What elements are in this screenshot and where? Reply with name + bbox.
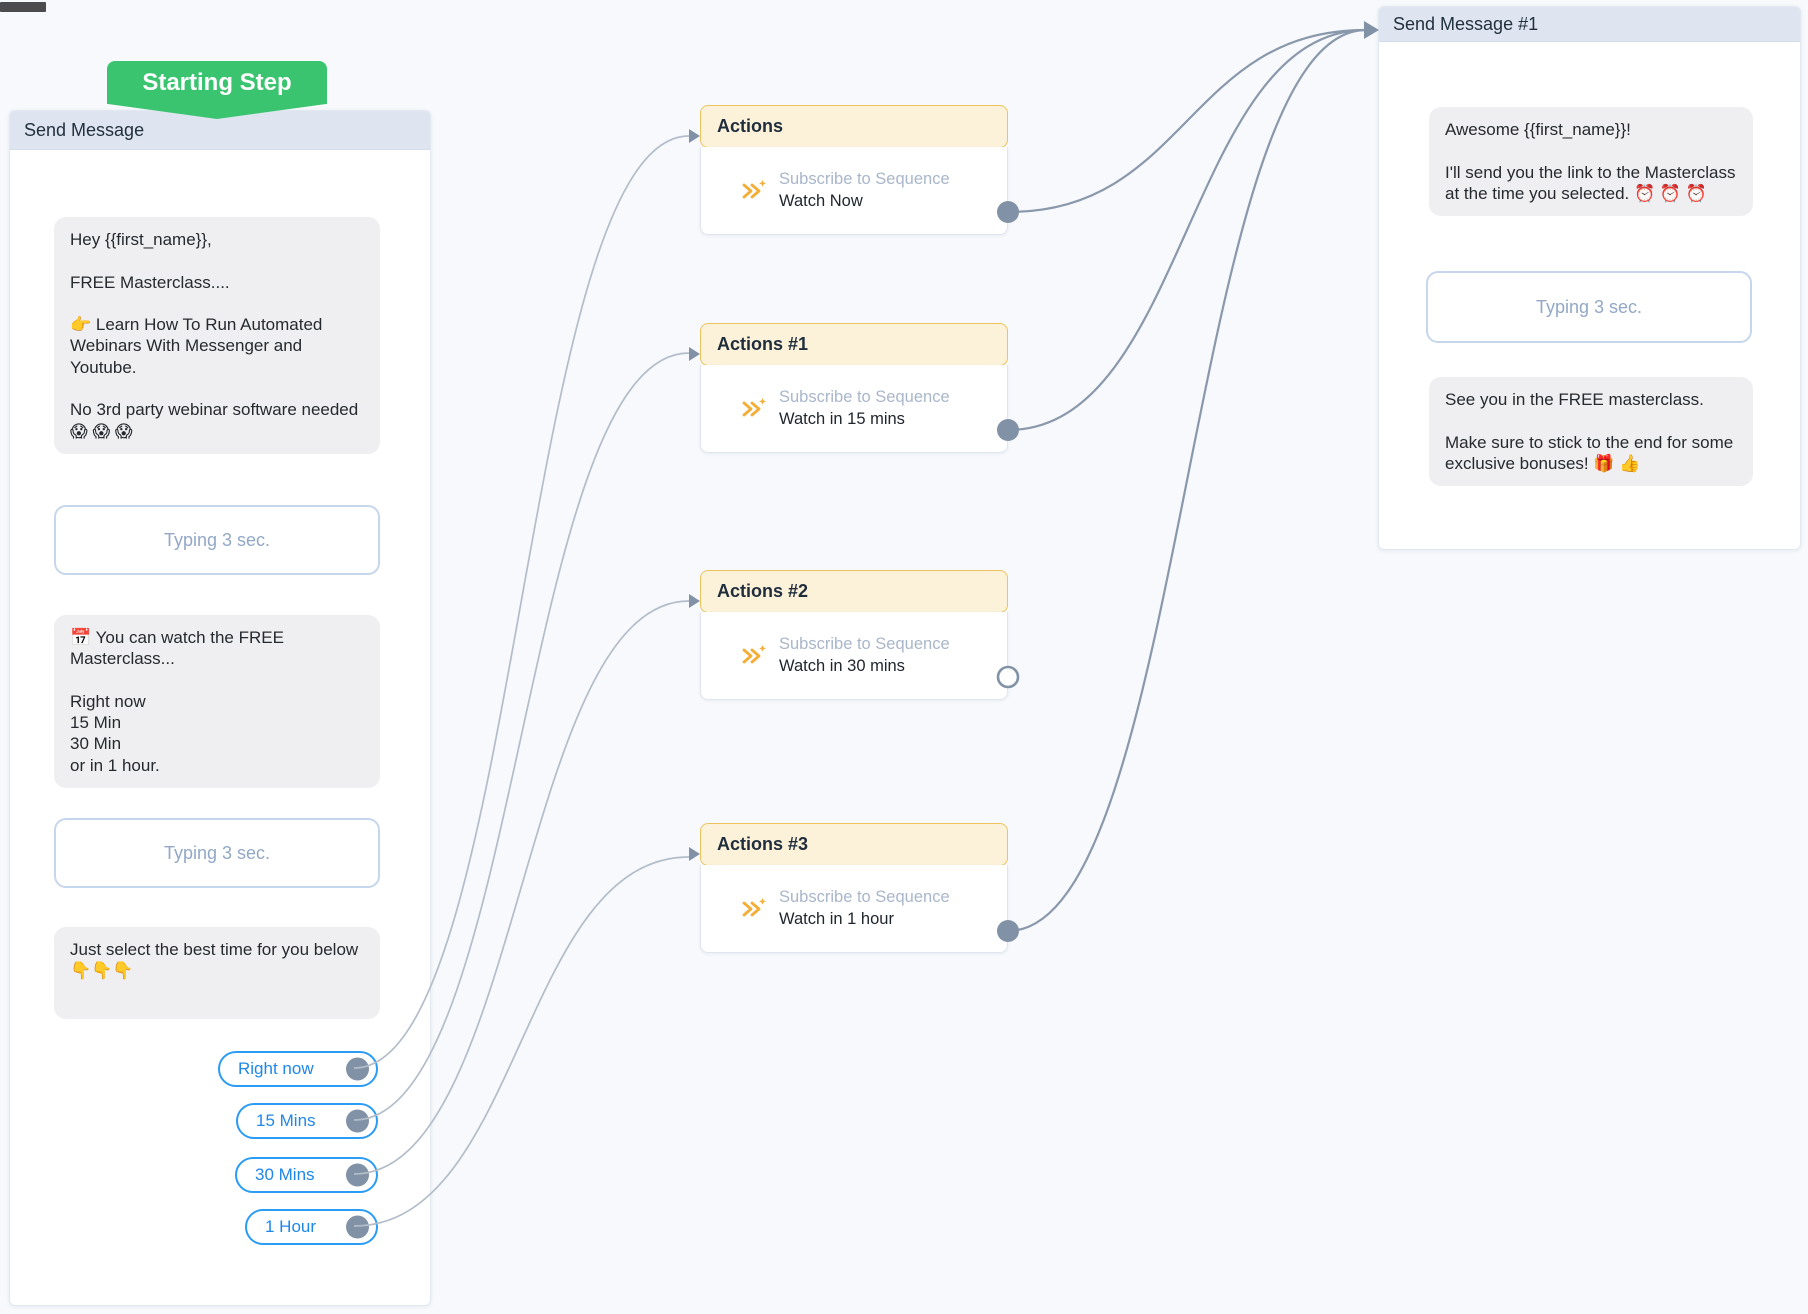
quick-reply-label: Right now (238, 1059, 314, 1078)
message-bubble-3[interactable]: Just select the best time for you below … (54, 927, 380, 1019)
action-type-label: Subscribe to Sequence (779, 170, 950, 188)
send-message-1-card[interactable]: Send Message #1 Awesome {{first_name}}! … (1378, 6, 1801, 550)
quick-reply-right-now[interactable]: Right now (218, 1051, 378, 1087)
quick-reply-1-hour[interactable]: 1 Hour (245, 1209, 378, 1245)
card-title: Actions (717, 116, 784, 136)
typing-delay[interactable]: Typing 3 sec. (1426, 271, 1752, 343)
output-port[interactable] (346, 1215, 369, 1239)
subscribe-sequence-icon (742, 397, 766, 416)
quick-reply-label: 30 Mins (255, 1165, 315, 1184)
quick-reply-15-mins[interactable]: 15 Mins (236, 1103, 378, 1139)
output-port[interactable] (346, 1109, 369, 1133)
output-port[interactable] (346, 1057, 369, 1081)
action-value: Watch in 30 mins (779, 657, 905, 675)
typing-delay-1[interactable]: Typing 3 sec. (54, 505, 380, 575)
input-arrow-icon (689, 847, 700, 861)
actions-card-header[interactable]: Actions #3 (700, 823, 1008, 866)
actions-1-card[interactable]: Actions #1 Subscribe to Sequence Watch i… (689, 323, 1008, 453)
actions-3-card[interactable]: Actions #3 Subscribe to Sequence Watch i… (689, 823, 1008, 953)
actions-card[interactable]: Actions Subscribe to Sequence Watch Now (689, 105, 1008, 235)
send-message-1-card-header[interactable]: Send Message #1 (1379, 7, 1800, 42)
subscribe-sequence-icon (742, 897, 766, 916)
connector-actions-3-to-send-message-1 (1007, 28, 1367, 933)
action-value: Watch in 1 hour (779, 910, 894, 928)
message-bubble-1[interactable]: Hey {{first_name}}, FREE Masterclass....… (54, 217, 380, 454)
card-title: Actions #1 (717, 334, 809, 354)
send-message-card[interactable]: Send Message Hey {{first_name}}, FREE Ma… (9, 110, 431, 1306)
actions-card-header[interactable]: Actions #1 (700, 323, 1008, 366)
card-title: Actions #3 (717, 834, 809, 854)
starting-step-label: Starting Step (142, 69, 292, 96)
actions-card-body[interactable]: Subscribe to Sequence Watch in 15 mins (700, 365, 1008, 453)
card-title: Send Message (24, 119, 145, 140)
actions-card-body[interactable]: Subscribe to Sequence Watch in 30 mins (700, 612, 1008, 700)
input-arrow-icon (689, 129, 700, 143)
action-value: Watch in 15 mins (779, 410, 905, 428)
message-bubble-2[interactable]: 📅 You can watch the FREE Masterclass... … (54, 615, 380, 789)
action-value: Watch Now (779, 192, 863, 210)
message-bubble-1[interactable]: Awesome {{first_name}}! I'll send you th… (1429, 107, 1753, 217)
flow-builder-canvas[interactable]: Starting Step Send Message Hey {{first_n… (0, 0, 1808, 1314)
connector-actions-1-to-send-message-1 (1007, 28, 1367, 432)
action-type-label: Subscribe to Sequence (779, 635, 950, 653)
input-arrow-icon (689, 594, 700, 608)
actions-card-body[interactable]: Subscribe to Sequence Watch in 1 hour (700, 865, 1008, 953)
subscribe-sequence-icon (742, 179, 766, 198)
screen-corner-artifact (0, 2, 46, 12)
input-arrow-icon (1364, 21, 1379, 39)
card-title: Send Message #1 (1393, 13, 1539, 34)
subscribe-sequence-icon (742, 644, 766, 663)
input-arrow-icon (689, 347, 700, 361)
message-bubble-2[interactable]: See you in the FREE masterclass. Make su… (1429, 377, 1753, 487)
actions-card-body[interactable]: Subscribe to Sequence Watch Now (700, 147, 1008, 235)
quick-reply-30-mins[interactable]: 30 Mins (235, 1157, 378, 1193)
action-type-label: Subscribe to Sequence (779, 388, 950, 406)
connector-actions-to-send-message-1 (1007, 28, 1367, 214)
card-title: Actions #2 (717, 581, 809, 601)
quick-reply-label: 15 Mins (256, 1111, 316, 1130)
actions-2-card[interactable]: Actions #2 Subscribe to Sequence Watch i… (689, 570, 1008, 700)
output-port[interactable] (346, 1163, 369, 1187)
actions-card-header[interactable]: Actions #2 (700, 570, 1008, 613)
quick-reply-label: 1 Hour (265, 1217, 317, 1236)
action-type-label: Subscribe to Sequence (779, 888, 950, 906)
typing-delay-2[interactable]: Typing 3 sec. (54, 818, 380, 888)
actions-card-header[interactable]: Actions (700, 105, 1008, 148)
